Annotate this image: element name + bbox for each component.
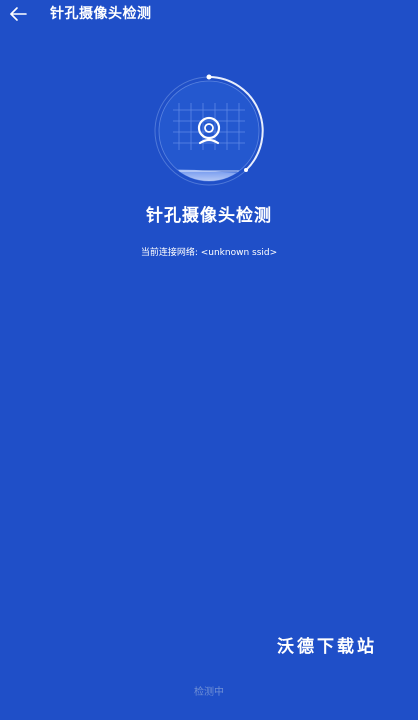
detection-heading: 针孔摄像头检测 (146, 206, 272, 226)
page-title: 针孔摄像头检测 (50, 6, 152, 22)
network-status: 当前连接网络: <unknown ssid> (0, 247, 418, 259)
detecting-status-button[interactable]: 检测中 (159, 682, 259, 704)
network-value: <unknown ssid> (200, 248, 278, 258)
progress-ring-end-dot (244, 168, 248, 172)
arrow-left-icon (10, 7, 27, 21)
top-bar: 针孔摄像头检测 (0, 0, 418, 30)
watermark: 沃德下载站 (277, 637, 377, 657)
network-label: 当前连接网络: (140, 248, 198, 258)
scan-progress-indicator (152, 74, 266, 188)
progress-ring-dot (206, 74, 212, 80)
back-button[interactable] (6, 3, 30, 25)
